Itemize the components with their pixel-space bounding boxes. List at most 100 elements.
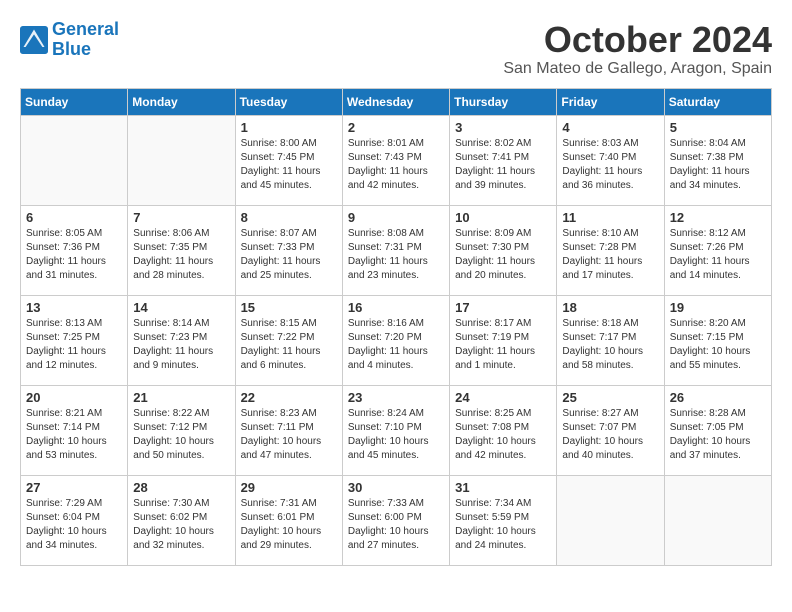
calendar-week-row: 13 Sunrise: 8:13 AM Sunset: 7:25 PM Dayli… — [21, 295, 772, 385]
cell-content: Sunrise: 7:34 AM Sunset: 5:59 PM Dayligh… — [455, 497, 551, 553]
calendar-cell: 20Sunrise: 8:21 AM Sunset: 7:14 PM Dayli… — [21, 385, 128, 475]
calendar-cell: 3 Sunrise: 8:02 AM Sunset: 7:41 PM Daylig… — [450, 115, 557, 205]
cell-content: Sunrise: 8:03 AM Sunset: 7:40 PM Dayligh… — [562, 137, 658, 193]
calendar-cell: 25Sunrise: 8:27 AM Sunset: 7:07 PM Dayli… — [557, 385, 664, 475]
calendar-week-row: 20Sunrise: 8:21 AM Sunset: 7:14 PM Dayli… — [21, 385, 772, 475]
day-number: 9 — [348, 210, 444, 225]
day-number: 22 — [241, 390, 337, 405]
day-number: 29 — [241, 480, 337, 495]
calendar-cell: 23Sunrise: 8:24 AM Sunset: 7:10 PM Dayli… — [342, 385, 449, 475]
calendar-cell: 14Sunrise: 8:14 AM Sunset: 7:23 PM Dayli… — [128, 295, 235, 385]
day-number: 5 — [670, 120, 766, 135]
cell-content: Sunrise: 8:02 AM Sunset: 7:41 PM Dayligh… — [455, 137, 551, 193]
calendar-week-row: 27 Sunrise: 7:29 AM Sunset: 6:04 PM Dayli… — [21, 475, 772, 565]
cell-content: Sunrise: 7:30 AM Sunset: 6:02 PM Dayligh… — [133, 497, 229, 553]
cell-content: Sunrise: 8:15 AM Sunset: 7:22 PM Dayligh… — [241, 317, 337, 373]
day-number: 4 — [562, 120, 658, 135]
day-number: 27 — [26, 480, 122, 495]
day-number: 7 — [133, 210, 229, 225]
cell-content: Sunrise: 8:01 AM Sunset: 7:43 PM Dayligh… — [348, 137, 444, 193]
calendar-cell: 5 Sunrise: 8:04 AM Sunset: 7:38 PM Daylig… — [664, 115, 771, 205]
calendar-cell: 29 Sunrise: 7:31 AM Sunset: 6:01 PM Dayli… — [235, 475, 342, 565]
cell-content: Sunrise: 8:24 AM Sunset: 7:10 PM Dayligh… — [348, 407, 444, 463]
calendar-cell: 11Sunrise: 8:10 AM Sunset: 7:28 PM Dayli… — [557, 205, 664, 295]
month-title: October 2024 — [503, 20, 772, 60]
cell-content: Sunrise: 7:29 AM Sunset: 6:04 PM Dayligh… — [26, 497, 122, 553]
cell-content: Sunrise: 8:07 AM Sunset: 7:33 PM Dayligh… — [241, 227, 337, 283]
cell-content: Sunrise: 8:13 AM Sunset: 7:25 PM Dayligh… — [26, 317, 122, 373]
calendar-cell: 21Sunrise: 8:22 AM Sunset: 7:12 PM Dayli… — [128, 385, 235, 475]
calendar-cell: 31 Sunrise: 7:34 AM Sunset: 5:59 PM Dayli… — [450, 475, 557, 565]
calendar-cell — [664, 475, 771, 565]
calendar-cell: 10Sunrise: 8:09 AM Sunset: 7:30 PM Dayli… — [450, 205, 557, 295]
calendar-table: SundayMondayTuesdayWednesdayThursdayFrid… — [20, 88, 772, 566]
calendar-cell: 12Sunrise: 8:12 AM Sunset: 7:26 PM Dayli… — [664, 205, 771, 295]
logo-text: General Blue — [52, 20, 119, 60]
calendar-cell: 18 Sunrise: 8:18 AM Sunset: 7:17 PM Dayli… — [557, 295, 664, 385]
cell-content: Sunrise: 8:06 AM Sunset: 7:35 PM Dayligh… — [133, 227, 229, 283]
logo: General Blue — [20, 20, 119, 60]
day-number: 28 — [133, 480, 229, 495]
cell-content: Sunrise: 8:04 AM Sunset: 7:38 PM Dayligh… — [670, 137, 766, 193]
calendar-cell: 15 Sunrise: 8:15 AM Sunset: 7:22 PM Dayli… — [235, 295, 342, 385]
calendar-cell: 28 Sunrise: 7:30 AM Sunset: 6:02 PM Dayli… — [128, 475, 235, 565]
calendar-cell: 7 Sunrise: 8:06 AM Sunset: 7:35 PM Daylig… — [128, 205, 235, 295]
day-number: 31 — [455, 480, 551, 495]
calendar-cell — [21, 115, 128, 205]
day-number: 26 — [670, 390, 766, 405]
weekday-header: Wednesday — [342, 88, 449, 115]
calendar-cell: 8 Sunrise: 8:07 AM Sunset: 7:33 PM Daylig… — [235, 205, 342, 295]
day-number: 1 — [241, 120, 337, 135]
calendar-body: 1Sunrise: 8:00 AM Sunset: 7:45 PM Daylig… — [21, 115, 772, 565]
day-number: 6 — [26, 210, 122, 225]
cell-content: Sunrise: 8:12 AM Sunset: 7:26 PM Dayligh… — [670, 227, 766, 283]
calendar-cell: 26 Sunrise: 8:28 AM Sunset: 7:05 PM Dayli… — [664, 385, 771, 475]
calendar-week-row: 1Sunrise: 8:00 AM Sunset: 7:45 PM Daylig… — [21, 115, 772, 205]
weekday-header: Friday — [557, 88, 664, 115]
title-block: October 2024 San Mateo de Gallego, Arago… — [503, 20, 772, 78]
cell-content: Sunrise: 8:08 AM Sunset: 7:31 PM Dayligh… — [348, 227, 444, 283]
day-number: 3 — [455, 120, 551, 135]
weekday-header: Sunday — [21, 88, 128, 115]
logo-line2: Blue — [52, 39, 91, 59]
cell-content: Sunrise: 7:31 AM Sunset: 6:01 PM Dayligh… — [241, 497, 337, 553]
calendar-cell: 1Sunrise: 8:00 AM Sunset: 7:45 PM Daylig… — [235, 115, 342, 205]
cell-content: Sunrise: 8:18 AM Sunset: 7:17 PM Dayligh… — [562, 317, 658, 373]
day-number: 15 — [241, 300, 337, 315]
day-number: 17 — [455, 300, 551, 315]
cell-content: Sunrise: 8:14 AM Sunset: 7:23 PM Dayligh… — [133, 317, 229, 373]
day-number: 18 — [562, 300, 658, 315]
calendar-cell: 24 Sunrise: 8:25 AM Sunset: 7:08 PM Dayli… — [450, 385, 557, 475]
day-number: 19 — [670, 300, 766, 315]
calendar-cell: 4 Sunrise: 8:03 AM Sunset: 7:40 PM Daylig… — [557, 115, 664, 205]
day-number: 30 — [348, 480, 444, 495]
cell-content: Sunrise: 8:27 AM Sunset: 7:07 PM Dayligh… — [562, 407, 658, 463]
day-number: 24 — [455, 390, 551, 405]
weekday-header: Monday — [128, 88, 235, 115]
location: San Mateo de Gallego, Aragon, Spain — [503, 60, 772, 78]
day-number: 8 — [241, 210, 337, 225]
day-number: 16 — [348, 300, 444, 315]
page-header: General Blue October 2024 San Mateo de G… — [20, 20, 772, 78]
weekday-header: Thursday — [450, 88, 557, 115]
cell-content: Sunrise: 8:25 AM Sunset: 7:08 PM Dayligh… — [455, 407, 551, 463]
cell-content: Sunrise: 8:28 AM Sunset: 7:05 PM Dayligh… — [670, 407, 766, 463]
weekday-header: Tuesday — [235, 88, 342, 115]
calendar-cell: 22Sunrise: 8:23 AM Sunset: 7:11 PM Dayli… — [235, 385, 342, 475]
cell-content: Sunrise: 7:33 AM Sunset: 6:00 PM Dayligh… — [348, 497, 444, 553]
weekday-row: SundayMondayTuesdayWednesdayThursdayFrid… — [21, 88, 772, 115]
logo-icon — [20, 26, 48, 54]
day-number: 11 — [562, 210, 658, 225]
calendar-cell: 30 Sunrise: 7:33 AM Sunset: 6:00 PM Dayli… — [342, 475, 449, 565]
cell-content: Sunrise: 8:05 AM Sunset: 7:36 PM Dayligh… — [26, 227, 122, 283]
calendar-cell: 16Sunrise: 8:16 AM Sunset: 7:20 PM Dayli… — [342, 295, 449, 385]
weekday-header: Saturday — [664, 88, 771, 115]
cell-content: Sunrise: 8:22 AM Sunset: 7:12 PM Dayligh… — [133, 407, 229, 463]
cell-content: Sunrise: 8:21 AM Sunset: 7:14 PM Dayligh… — [26, 407, 122, 463]
calendar-week-row: 6 Sunrise: 8:05 AM Sunset: 7:36 PM Daylig… — [21, 205, 772, 295]
day-number: 13 — [26, 300, 122, 315]
calendar-cell: 9 Sunrise: 8:08 AM Sunset: 7:31 PM Daylig… — [342, 205, 449, 295]
calendar-cell: 17Sunrise: 8:17 AM Sunset: 7:19 PM Dayli… — [450, 295, 557, 385]
cell-content: Sunrise: 8:09 AM Sunset: 7:30 PM Dayligh… — [455, 227, 551, 283]
calendar-cell: 13 Sunrise: 8:13 AM Sunset: 7:25 PM Dayli… — [21, 295, 128, 385]
